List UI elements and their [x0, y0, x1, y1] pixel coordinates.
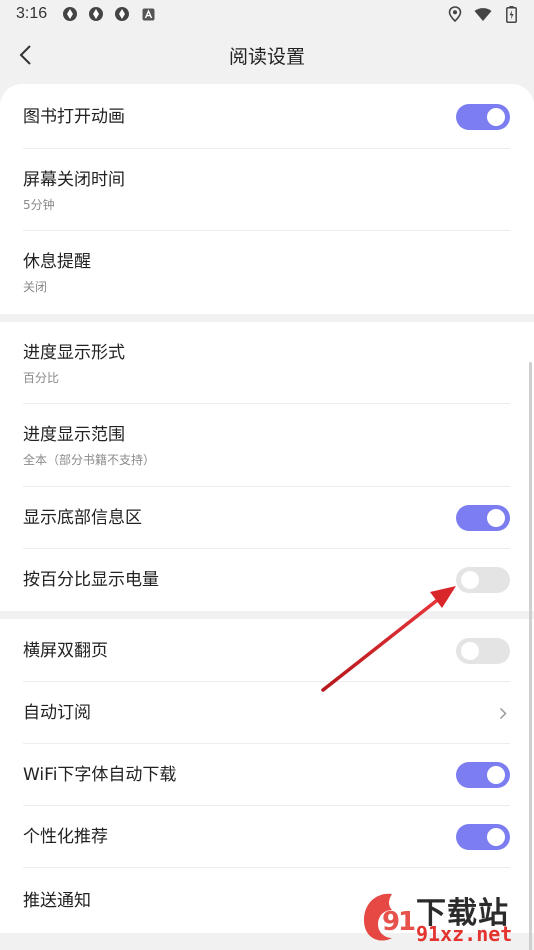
- setting-label: 进度显示范围: [23, 425, 125, 445]
- battery-icon: [502, 5, 520, 23]
- setting-label: 图书打开动画: [23, 106, 125, 127]
- setting-row-bottom-info-area[interactable]: 显示底部信息区: [0, 487, 534, 549]
- location-icon: [446, 5, 464, 23]
- wifi-icon: [474, 5, 492, 23]
- chevron-left-icon: [19, 45, 31, 65]
- setting-label: 休息提醒: [23, 252, 91, 272]
- setting-label: 横屏双翻页: [23, 640, 108, 661]
- setting-row-auto-subscribe[interactable]: 自动订阅: [0, 682, 534, 744]
- settings-group-progress: 进度显示形式 百分比 进度显示范围 全本（部分书籍不支持） 显示底部信息区 按百…: [0, 322, 534, 611]
- setting-label: 进度显示形式: [23, 342, 125, 363]
- setting-row-book-open-animation[interactable]: 图书打开动画: [0, 84, 534, 149]
- personalized-recommend-toggle[interactable]: [456, 824, 510, 850]
- app-notification-icon: [61, 5, 79, 23]
- settings-list[interactable]: 图书打开动画 屏幕关闭时间 5分钟 休息提醒 关闭 进度显示形式 百分比 进度显…: [0, 84, 534, 950]
- setting-value: 全本（部分书籍不支持）: [23, 453, 156, 467]
- setting-row-landscape-double-page[interactable]: 横屏双翻页: [0, 619, 534, 682]
- watermark-url: 91xz.net: [416, 922, 513, 946]
- app-notification-icon: [113, 5, 131, 23]
- scrollbar[interactable]: [529, 362, 532, 950]
- setting-row-wifi-font-download[interactable]: WiFi下字体自动下载: [0, 744, 534, 806]
- setting-value: 百分比: [23, 370, 60, 385]
- setting-label: 自动订阅: [23, 703, 91, 723]
- setting-row-progress-format[interactable]: 进度显示形式 百分比: [0, 322, 534, 404]
- app-notification-icon: [87, 5, 105, 23]
- settings-group-display: 图书打开动画 屏幕关闭时间 5分钟 休息提醒 关闭: [0, 84, 534, 314]
- setting-label: 显示底部信息区: [23, 508, 142, 528]
- group-separator: [0, 611, 534, 619]
- status-time: 3:16: [16, 5, 48, 22]
- setting-value: 5分钟: [23, 197, 55, 212]
- top-bar: 阅读设置: [0, 28, 534, 82]
- landscape-double-page-toggle[interactable]: [456, 637, 510, 664]
- setting-row-screen-off-time[interactable]: 屏幕关闭时间 5分钟: [0, 149, 534, 231]
- setting-row-progress-range[interactable]: 进度显示范围 全本（部分书籍不支持）: [0, 404, 534, 487]
- setting-value: 关闭: [23, 280, 48, 294]
- setting-row-personalized-recommend[interactable]: 个性化推荐: [0, 806, 534, 868]
- setting-label: 按百分比显示电量: [23, 570, 159, 590]
- setting-label: 屏幕关闭时间: [23, 169, 125, 190]
- svg-text:1: 1: [398, 907, 416, 937]
- watermark-emblem-icon: 9 1: [364, 893, 416, 941]
- bottom-info-area-toggle[interactable]: [456, 505, 510, 531]
- status-bar: 3:16: [0, 0, 534, 28]
- watermark-logo: 9 1 下载站 91xz.net: [354, 886, 530, 948]
- wifi-font-download-toggle[interactable]: [456, 762, 510, 788]
- setting-row-battery-percentage[interactable]: 按百分比显示电量: [0, 549, 534, 611]
- setting-label: 个性化推荐: [23, 827, 108, 847]
- book-open-animation-toggle[interactable]: [456, 103, 510, 130]
- setting-label: WiFi下字体自动下载: [23, 765, 177, 785]
- page-title: 阅读设置: [228, 45, 305, 68]
- setting-row-rest-reminder[interactable]: 休息提醒 关闭: [0, 231, 534, 314]
- a-badge-icon: [139, 5, 157, 23]
- battery-percentage-toggle[interactable]: [456, 567, 510, 593]
- back-button[interactable]: [10, 38, 40, 72]
- group-separator: [0, 314, 534, 322]
- chevron-right-icon: [496, 703, 510, 723]
